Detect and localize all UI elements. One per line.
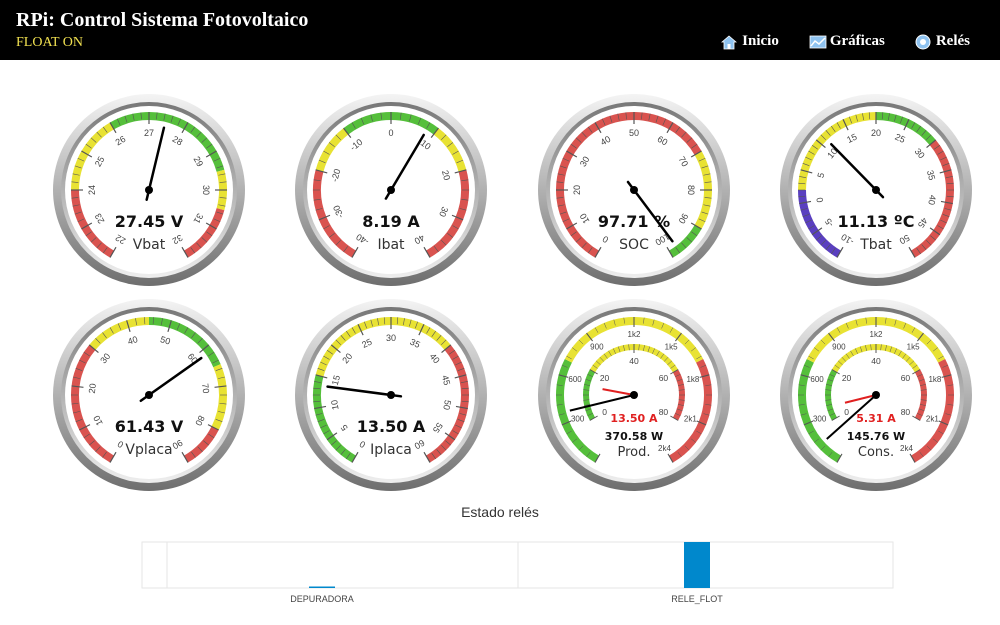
gauge-tick-label: 50 <box>441 399 453 411</box>
gauge-pivot <box>387 391 395 399</box>
bar-rele_flot[interactable] <box>684 542 710 588</box>
gauge-value: 8.19 A <box>362 212 420 231</box>
gauge-value: 145.76 W <box>847 430 905 443</box>
gauge-label: SOC <box>619 237 649 253</box>
gauge-label: Ibat <box>377 237 405 253</box>
gauge-inner-tick-label: 0 <box>844 407 849 417</box>
relay-chart-title: Estado relés <box>461 504 539 520</box>
nav-graficas-label: Gráficas <box>829 33 885 49</box>
gauge-tick-label: 1k2 <box>870 330 883 339</box>
gauge-inner-tick-label: 80 <box>659 407 669 417</box>
gauge-inner-tick-label: 20 <box>842 373 852 383</box>
category-label: DEPURADORA <box>290 594 354 604</box>
gauge-value: 11.13 ºC <box>838 212 915 231</box>
gauge-value: 61.43 V <box>115 417 184 436</box>
nav-inicio-label: Inicio <box>742 33 779 49</box>
gauge-label: Vbat <box>133 237 166 253</box>
gauge-inner-tick-label: 40 <box>871 356 881 366</box>
gauge-inner-tick-label: 80 <box>901 407 911 417</box>
gauge-inner-tick-label: 40 <box>629 356 639 366</box>
gauge-tick-label: 20 <box>572 185 582 195</box>
gauge-tick-label: 20 <box>87 383 98 394</box>
gauge-tick-label: 1k8 <box>928 375 941 384</box>
gauge-tick-label: 900 <box>590 343 604 352</box>
gauge-ibat: -40 -30 -20 -10 0 10 20 30 40 8.19 A Ibat <box>294 93 488 287</box>
gauge-pivot <box>630 391 638 399</box>
gauge-inner-tick-label: 0 <box>602 407 607 417</box>
gauge-pivot <box>630 186 638 194</box>
nav-reles-label: Relés <box>935 33 970 49</box>
nav-graficas[interactable]: Gráficas <box>809 33 885 50</box>
gauge-tick-label: 1k5 <box>665 343 678 352</box>
category-label: RELE_FLOT <box>671 594 723 604</box>
gauge-value: 13.50 A <box>357 417 426 436</box>
gauge-tick-label: 27 <box>144 128 154 138</box>
gauge-tick-label: 2k4 <box>658 444 671 453</box>
gauge-tbat: -10 -5 0 5 10 15 20 25 30 35 40 45 50 11.13 ºC Tbat <box>779 93 973 287</box>
gauge-label: Cons. <box>858 445 894 460</box>
gauge-inner-tick-label: 60 <box>901 373 911 383</box>
gauge-pivot <box>145 391 153 399</box>
gauge-tick-label: 30 <box>201 185 211 195</box>
gauge-inner-tick-label: 20 <box>600 373 610 383</box>
gauge-label: Iplaca <box>370 442 412 458</box>
gauge-tick-label: 600 <box>568 375 582 384</box>
gauge-tick-label: 1k2 <box>628 330 641 339</box>
header-bar: RPi: Control Sistema Fotovoltaico FLOAT … <box>0 0 1000 60</box>
gauge-tick-label: 300 <box>571 414 585 423</box>
gauge-tick-label: 2k1 <box>684 414 697 423</box>
gauge-pivot <box>872 186 880 194</box>
gauge-inner-value: 5.31 A <box>856 412 896 425</box>
gauge-tick-label: 50 <box>629 128 639 138</box>
gauge-iplaca: 0 5 10 15 20 25 30 35 40 45 50 55 60 13.50 A Iplaca <box>294 298 488 492</box>
gauge-tick-label: 80 <box>686 185 696 195</box>
gauge-inner-value: 13.50 A <box>610 412 658 425</box>
gauge-label: Vplaca <box>125 442 172 458</box>
gauge-value: 27.45 V <box>115 212 184 231</box>
gauge-tick-label: 40 <box>926 194 938 206</box>
gauge-tick-label: 600 <box>810 375 824 384</box>
gauge-label: Tbat <box>859 237 892 253</box>
gauge-tick-label: 24 <box>87 185 97 195</box>
gauge-vbat: 22 23 24 25 26 27 28 29 30 31 32 27.45 V Vbat <box>52 93 246 287</box>
nav-inicio[interactable]: Inicio <box>721 33 779 50</box>
gauge-label: Prod. <box>617 445 650 460</box>
gauge-cons: 300 600 900 1k2 1k5 1k8 2k1 2k4 0 20 40 60 80 5.31 A 1… <box>779 298 973 492</box>
gauge-value: 97.71 % <box>598 212 670 231</box>
gauge-tick-label: 900 <box>832 343 846 352</box>
gauge-tick-label: 30 <box>386 333 396 343</box>
gauge-vplaca: 0 10 20 30 40 50 60 70 80 90 61.43 V Vplaca <box>52 298 246 492</box>
gauge-soc: 0 10 20 30 40 50 60 70 80 90 100 97.71 % SOC <box>537 93 731 287</box>
gauge-pivot <box>387 186 395 194</box>
gauge-prod: 300 600 900 1k2 1k5 1k8 2k1 2k4 0 20 40 60 80 13.50 A… <box>537 298 731 492</box>
gauge-inner-tick-label: 60 <box>659 373 669 383</box>
gauge-tick-label: 20 <box>871 128 881 138</box>
gauge-pivot <box>145 186 153 194</box>
gauge-tick-label: 10 <box>329 399 341 411</box>
relay-icon <box>915 34 931 50</box>
nav-menu: Inicio Gráficas Relés <box>721 33 970 50</box>
home-icon <box>721 34 738 50</box>
app-title: RPi: Control Sistema Fotovoltaico <box>16 9 309 31</box>
gauge-tick-label: 2k1 <box>926 414 939 423</box>
gauge-tick-label: 1k5 <box>907 343 920 352</box>
gauge-tick-label: 0 <box>388 128 393 138</box>
gauge-tick-label: 1k8 <box>686 375 699 384</box>
gauge-tick-label: 70 <box>200 383 211 394</box>
chart-icon <box>809 34 827 50</box>
nav-reles[interactable]: Relés <box>915 33 970 50</box>
gauge-value: 370.58 W <box>605 430 663 443</box>
gauge-tick-label: 300 <box>813 414 827 423</box>
gauge-tick-label: 2k4 <box>900 444 913 453</box>
relay-section: DEPURADORA RELE_FLOT Estado relés <box>0 498 1000 625</box>
bar-depuradora[interactable] <box>309 586 335 589</box>
gauge-pivot <box>872 391 880 399</box>
status-text: FLOAT ON <box>16 35 84 50</box>
